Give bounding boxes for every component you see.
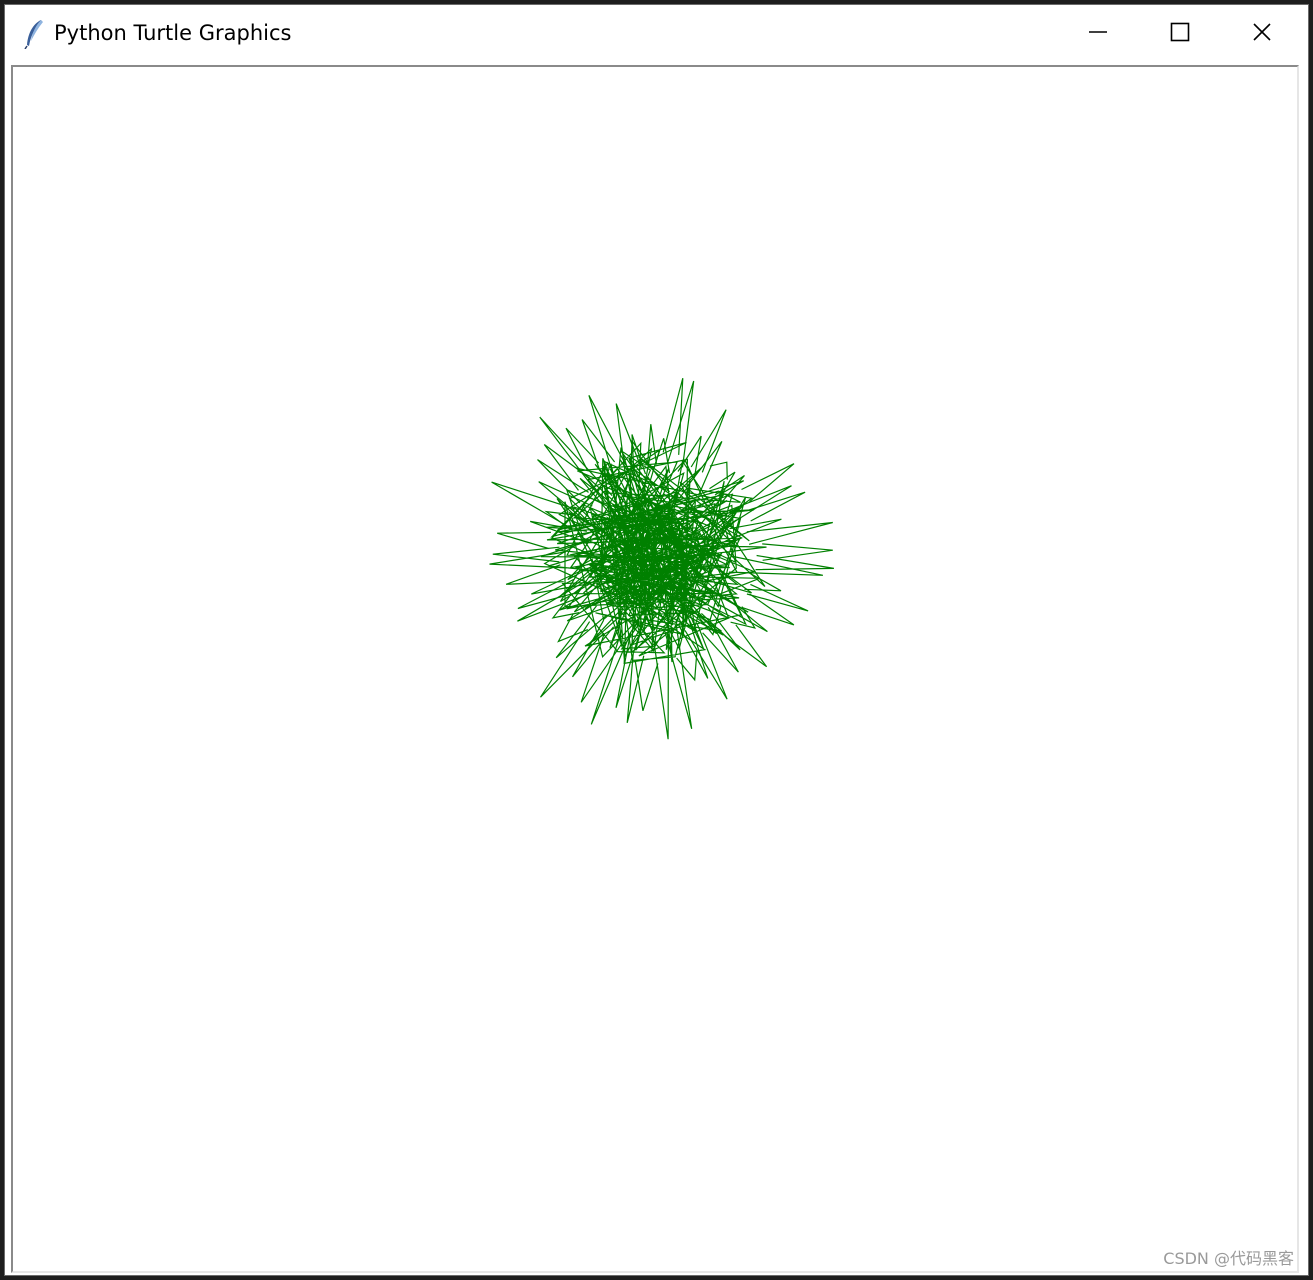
turtle-canvas-frame [11, 65, 1299, 1273]
title-bar[interactable]: Python Turtle Graphics [5, 5, 1308, 63]
maximize-button[interactable] [1139, 5, 1221, 63]
close-button[interactable] [1221, 5, 1303, 63]
spiky-drawing [489, 378, 834, 740]
spike-line [684, 623, 728, 700]
spike-line [537, 459, 589, 504]
tangle-path [540, 439, 767, 665]
turtle-window: Python Turtle Graphics CSDN @代码黑客 [4, 4, 1309, 1276]
window-title: Python Turtle Graphics [54, 21, 292, 45]
minimize-icon [1088, 22, 1108, 46]
spike-line [497, 531, 551, 550]
spike-line [741, 463, 795, 503]
watermark: CSDN @代码黑客 [1163, 1249, 1294, 1268]
minimize-button[interactable] [1057, 5, 1139, 63]
spike-line [746, 521, 833, 545]
spike-line [634, 661, 659, 711]
spike-line [615, 632, 640, 708]
spike-line [662, 378, 684, 455]
spike-line [489, 551, 567, 569]
maximize-icon [1170, 22, 1190, 46]
feather-icon [23, 19, 45, 50]
spike-line [676, 651, 698, 682]
spike-line [709, 461, 728, 480]
spike-line [755, 554, 834, 571]
turtle-canvas[interactable] [13, 67, 1297, 1271]
spike-line [543, 444, 591, 491]
spike-line [539, 621, 605, 698]
spike-line [724, 624, 768, 668]
close-icon [1252, 22, 1272, 46]
